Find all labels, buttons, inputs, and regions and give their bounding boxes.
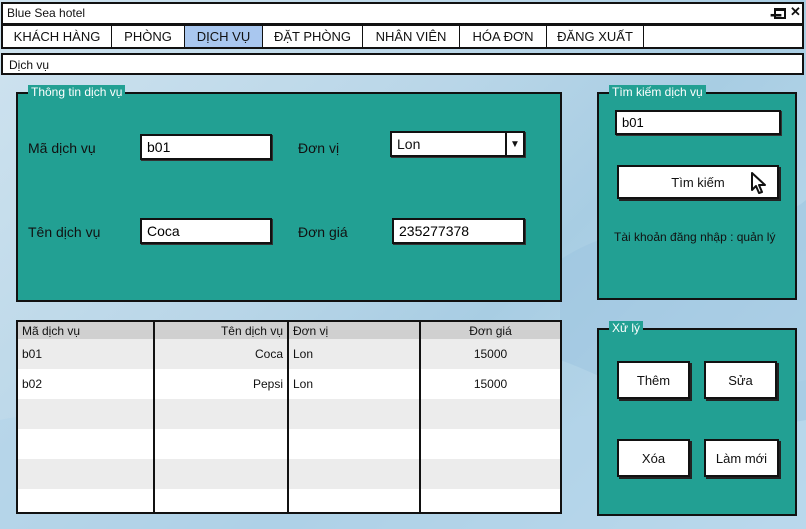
table-row[interactable]	[18, 459, 560, 489]
close-icon[interactable]: ✕	[790, 4, 801, 20]
menu-item-invoices[interactable]: HÓA ĐƠN	[460, 26, 547, 47]
service-code-input[interactable]	[147, 139, 265, 155]
cell-service-code	[18, 399, 155, 429]
services-table[interactable]: Mã dịch vụ Tên dịch vụ Đơn vị Đơn giá b0…	[16, 320, 562, 514]
menu-item-customers[interactable]: KHÁCH HÀNG	[3, 26, 112, 47]
table-row[interactable]	[18, 429, 560, 459]
cell-unit	[288, 459, 421, 489]
price-label: Đơn giá	[298, 224, 348, 240]
table-row[interactable]: b01 Coca Lon 15000	[18, 339, 560, 369]
cell-price	[420, 399, 560, 429]
menu-item-rooms[interactable]: PHÒNG	[112, 26, 185, 47]
unit-select-value: Lon	[397, 136, 421, 152]
service-name-input[interactable]	[147, 223, 265, 239]
cell-unit: Lon	[288, 369, 421, 399]
cell-unit	[288, 429, 421, 459]
service-info-legend: Thông tin dịch vụ	[28, 85, 126, 99]
search-button-label: Tìm kiếm	[671, 174, 725, 190]
price-input[interactable]	[399, 223, 518, 239]
window-titlebar: Blue Sea hotel ▁ ✕	[1, 1, 804, 24]
cursor-icon	[751, 172, 766, 194]
cell-service-name	[154, 399, 289, 429]
maximize-icon[interactable]	[774, 8, 786, 19]
cell-price	[420, 429, 560, 459]
search-legend: Tìm kiếm dịch vụ	[609, 85, 706, 99]
search-button[interactable]: Tìm kiếm	[617, 165, 779, 199]
column-header-unit[interactable]: Đơn vị	[288, 322, 421, 339]
service-name-field[interactable]	[140, 218, 272, 244]
cell-service-name	[154, 459, 289, 489]
cell-service-name: Coca	[154, 339, 289, 369]
cell-service-name	[154, 429, 289, 459]
search-input[interactable]	[622, 115, 774, 130]
cell-price: 15000	[420, 339, 560, 369]
main-menu-bar: KHÁCH HÀNG PHÒNG DỊCH VỤ ĐẶT PHÒNG NHÂN …	[1, 24, 804, 49]
cell-unit: Lon	[288, 339, 421, 369]
table-header-row: Mã dịch vụ Tên dịch vụ Đơn vị Đơn giá	[18, 322, 560, 339]
breadcrumb-label: Dịch vụ	[9, 58, 50, 72]
table-row[interactable]: b02 Pepsi Lon 15000	[18, 369, 560, 399]
cell-service-code	[18, 429, 155, 459]
cell-service-name: Pepsi	[154, 369, 289, 399]
menu-item-staff[interactable]: NHÂN VIÊN	[363, 26, 460, 47]
column-header-service-name[interactable]: Tên dịch vụ	[154, 322, 289, 339]
service-name-label: Tên dịch vụ	[28, 224, 101, 240]
dropdown-arrow-icon[interactable]: ▼	[505, 133, 523, 155]
add-button[interactable]: Thêm	[617, 361, 690, 399]
price-field[interactable]	[392, 218, 525, 244]
cell-price	[420, 489, 560, 512]
menu-item-services[interactable]: DỊCH VỤ	[185, 26, 263, 47]
cell-price	[420, 459, 560, 489]
unit-select[interactable]: Lon ▼	[390, 131, 525, 157]
table-row[interactable]	[18, 399, 560, 429]
menu-item-bookings[interactable]: ĐẶT PHÒNG	[263, 26, 363, 47]
edit-button[interactable]: Sửa	[704, 361, 777, 399]
refresh-button[interactable]: Làm mới	[704, 439, 779, 477]
search-field[interactable]	[615, 110, 781, 135]
cell-service-name	[154, 489, 289, 512]
column-header-price[interactable]: Đơn giá	[420, 322, 560, 339]
menu-item-logout[interactable]: ĐĂNG XUẤT	[547, 26, 644, 47]
cell-service-code	[18, 489, 155, 512]
cell-service-code: b02	[18, 369, 155, 399]
service-code-label: Mã dịch vụ	[28, 140, 96, 156]
cell-price: 15000	[420, 369, 560, 399]
cell-service-code: b01	[18, 339, 155, 369]
actions-legend: Xử lý	[609, 321, 644, 335]
table-row[interactable]	[18, 489, 560, 512]
service-info-panel: Thông tin dịch vụ Mã dịch vụ Đơn vị Lon …	[16, 85, 562, 302]
delete-button[interactable]: Xóa	[617, 439, 690, 477]
cell-service-code	[18, 459, 155, 489]
login-info-text: Tài khoản đăng nhập : quản lý	[614, 230, 776, 244]
cell-unit	[288, 489, 421, 512]
service-code-field[interactable]	[140, 134, 272, 160]
cell-unit	[288, 399, 421, 429]
breadcrumb: Dịch vụ	[1, 53, 804, 75]
column-header-service-code[interactable]: Mã dịch vụ	[18, 322, 155, 339]
actions-panel: Xử lý Thêm Sửa Xóa Làm mới	[597, 321, 797, 516]
window-title: Blue Sea hotel	[7, 6, 86, 20]
unit-label: Đơn vị	[298, 140, 340, 156]
search-panel: Tìm kiếm dịch vụ Tìm kiếm Tài khoản đăng…	[597, 85, 797, 300]
